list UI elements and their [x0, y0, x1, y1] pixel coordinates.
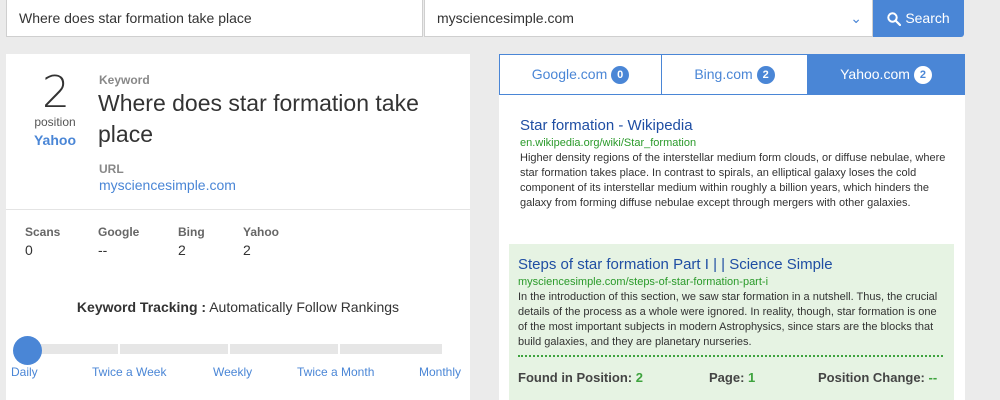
keyword-label: Keyword — [99, 73, 150, 87]
frequency-twice-a-week[interactable]: Twice a Week — [92, 365, 166, 379]
frequency-monthly[interactable]: Monthly — [419, 365, 461, 379]
result-description: In the introduction of this section, we … — [518, 291, 938, 348]
stat-label: Google — [98, 225, 140, 239]
position-change: Position Change: -- — [818, 370, 937, 385]
search-button-label: Search — [905, 10, 950, 26]
tab-bing[interactable]: Bing.com 2 — [661, 54, 808, 95]
url-link[interactable]: mysciencesimple.com — [99, 177, 236, 193]
tab-label: Yahoo.com — [840, 66, 910, 82]
tab-count-badge: 0 — [611, 66, 630, 84]
search-icon — [887, 12, 902, 27]
stat-value: 0 — [25, 242, 33, 258]
page-value: 1 — [748, 370, 756, 385]
tab-count-badge: 2 — [756, 66, 775, 84]
stat-value: 2 — [178, 242, 186, 258]
search-result-matched: Steps of star formation Part I | | Scien… — [518, 256, 948, 350]
result-url: en.wikipedia.org/wiki/Star_formation — [520, 137, 697, 149]
stat-label: Scans — [25, 225, 61, 239]
found-label: Found in Position: — [518, 370, 633, 385]
position-engine: Yahoo — [33, 132, 76, 148]
slider-separator — [118, 344, 120, 354]
chevron-down-icon: ⌄ — [850, 10, 862, 26]
page-number: Page: 1 — [709, 370, 755, 385]
keyword-tracking: Keyword Tracking : Automatically Follow … — [6, 299, 470, 315]
page-label: Page: — [709, 370, 745, 385]
result-title[interactable]: Star formation - Wikipedia — [520, 117, 950, 134]
frequency-twice-a-month[interactable]: Twice a Month — [297, 365, 374, 379]
domain-select[interactable]: mysciencesimple.com ⌄ — [424, 0, 873, 37]
dotted-divider — [518, 355, 943, 357]
position-number: 2 — [42, 67, 70, 118]
tracking-value: Automatically Follow Rankings — [209, 299, 400, 315]
tab-google[interactable]: Google.com 0 — [499, 54, 662, 95]
position-label: position — [34, 115, 76, 129]
tab-yahoo[interactable]: Yahoo.com 2 — [807, 54, 965, 95]
change-label: Position Change: — [818, 370, 925, 385]
stat-bing: Bing 2 — [178, 225, 205, 258]
tab-count-badge: 2 — [913, 66, 932, 84]
slider-separator — [228, 344, 230, 354]
found-in-position: Found in Position: 2 — [518, 370, 643, 385]
frequency-daily[interactable]: Daily — [11, 365, 38, 379]
stat-value: -- — [98, 242, 108, 258]
stat-google: Google -- — [98, 225, 139, 258]
stat-label: Bing — [178, 225, 205, 239]
stat-scans: Scans 0 — [25, 225, 60, 258]
search-results-panel: Google.com 0 Bing.com 2 Yahoo.com 2 Star fo… — [499, 54, 965, 400]
keyword-input[interactable]: Where does star formation take place — [6, 0, 423, 37]
url-label: URL — [99, 162, 124, 176]
keyword-summary-panel: 2 position Yahoo Keyword Where does star… — [6, 54, 470, 400]
domain-select-value: mysciencesimple.com — [437, 10, 574, 26]
stat-value: 2 — [243, 242, 251, 258]
stat-label: Yahoo — [243, 225, 280, 239]
stat-yahoo: Yahoo 2 — [243, 225, 279, 258]
result-description: Higher density regions of the interstell… — [520, 152, 946, 209]
search-button[interactable]: Search — [873, 0, 964, 37]
frequency-weekly[interactable]: Weekly — [213, 365, 252, 379]
result-url: mysciencesimple.com/steps-of-star-format… — [518, 276, 769, 288]
tab-label: Bing.com — [694, 66, 753, 82]
tab-label: Google.com — [531, 66, 608, 82]
divider — [6, 209, 470, 210]
slider-separator — [338, 344, 340, 354]
engine-tabs: Google.com 0 Bing.com 2 Yahoo.com 2 — [499, 54, 965, 95]
tracking-label: Keyword Tracking : — [76, 299, 207, 315]
frequency-slider-track[interactable] — [18, 344, 442, 354]
search-result: Star formation - Wikipedia en.wikipedia.… — [520, 117, 950, 211]
change-value: -- — [928, 370, 938, 385]
frequency-slider-handle[interactable] — [13, 336, 42, 365]
keyword-title: Where does star formation take place — [98, 90, 419, 147]
result-title[interactable]: Steps of star formation Part I | | Scien… — [518, 256, 948, 273]
found-value: 2 — [635, 370, 643, 385]
